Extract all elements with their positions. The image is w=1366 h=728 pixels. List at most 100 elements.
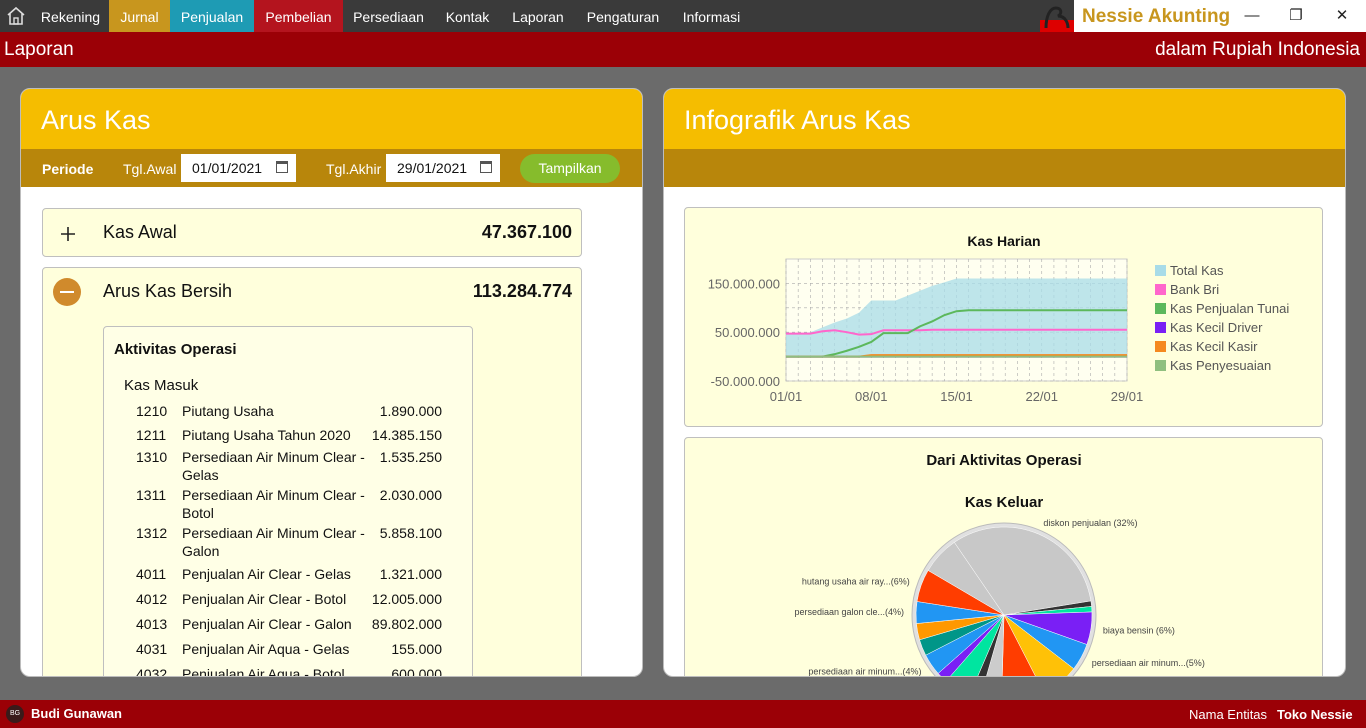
account-value: 1.535.250 — [379, 449, 442, 465]
legend-swatch — [1155, 341, 1166, 352]
menu-penjualan[interactable]: Penjualan — [170, 0, 254, 32]
chart-title: Dari Aktivitas Operasi — [926, 452, 1081, 469]
menu-persediaan[interactable]: Persediaan — [343, 0, 434, 32]
tgl-awal-label: Tgl.Awal — [123, 161, 177, 177]
menu-kontak[interactable]: Kontak — [434, 0, 501, 32]
x-tick-label: 29/01 — [1111, 389, 1144, 404]
x-tick-label: 08/01 — [855, 389, 888, 404]
kas-awal-label: Kas Awal — [103, 222, 177, 242]
account-name: Penjualan Air Clear - Galon — [182, 616, 352, 632]
account-value: 5.858.100 — [379, 525, 442, 541]
entity-label: Nama Entitas — [1189, 707, 1268, 722]
menu-informasi[interactable]: Informasi — [671, 0, 752, 32]
minimize-button[interactable]: — — [1230, 0, 1274, 32]
legend-swatch — [1155, 322, 1166, 333]
account-name: Piutang Usaha Tahun 2020 — [182, 427, 351, 443]
page-header: Laporan dalam Rupiah Indonesia — [0, 32, 1366, 67]
tampilkan-button[interactable]: Tampilkan — [520, 154, 620, 183]
account-value: 600.000 — [391, 666, 442, 677]
account-code: 1210 — [136, 403, 168, 419]
chart-title: Kas Harian — [967, 233, 1040, 249]
minus-circle-icon[interactable] — [53, 278, 81, 306]
arus-kas-bersih-label: Arus Kas Bersih — [103, 281, 233, 301]
aktivitas-operasi-card: Aktivitas Operasi Kas Masuk 1210 Piutang … — [103, 326, 473, 677]
arus-kas-bersih-row: Arus Kas Bersih 113.284.774 Aktivitas Op… — [42, 267, 582, 677]
avatar[interactable]: BG — [6, 705, 24, 723]
legend-item: Kas Penjualan Tunai — [1170, 301, 1289, 316]
currency-label: dalam Rupiah Indonesia — [1155, 39, 1360, 60]
pie-label: persediaan galon cle...(4%) — [794, 607, 904, 617]
menu-bar: Rekening Jurnal Penjualan Pembelian Pers… — [0, 0, 1366, 32]
account-name: Penjualan Air Aqua - Gelas — [182, 641, 350, 657]
infografik-panel: Infografik Arus Kas Kas Harian 150.000.00… — [663, 88, 1346, 677]
tgl-akhir-value: 29/01/2021 — [397, 160, 468, 176]
calendar-icon[interactable] — [480, 161, 492, 173]
tgl-awal-input[interactable]: 01/01/2021 — [181, 154, 296, 182]
arus-kas-panel: Arus Kas Periode Tgl.Awal 01/01/2021 Tgl… — [20, 88, 643, 677]
legend-item: Kas Kecil Kasir — [1170, 339, 1258, 354]
x-tick-label: 01/01 — [770, 389, 803, 404]
legend-swatch — [1155, 303, 1166, 314]
kas-keluar-pie-svg: Dari Aktivitas Operasi Kas Keluar diskon p… — [794, 452, 1205, 676]
legend-item: Kas Kecil Driver — [1170, 320, 1263, 335]
y-tick-label: 150.000.000 — [708, 276, 780, 291]
arus-kas-title: Arus Kas — [21, 89, 642, 149]
account-code: 1311 — [136, 487, 167, 503]
kas-awal-row[interactable]: Kas Awal 47.367.100 — [42, 208, 582, 257]
legend-swatch — [1155, 265, 1166, 276]
x-tick-label: 15/01 — [940, 389, 973, 404]
aktivitas-operasi-title: Aktivitas Operasi — [114, 341, 237, 358]
account-value: 1.890.000 — [379, 403, 442, 419]
kas-awal-value: 47.367.100 — [481, 222, 572, 242]
maximize-button[interactable]: ❐ — [1274, 0, 1318, 32]
kas-harian-chart: Kas Harian 150.000.000 50.000.000 -50.000.0… — [684, 207, 1323, 427]
pie-label: hutang usaha air ray...(6%) — [802, 576, 910, 586]
menu-jurnal[interactable]: Jurnal — [109, 0, 170, 32]
account-name: Penjualan Air Clear - Gelas — [182, 566, 351, 582]
account-code: 4013 — [136, 616, 168, 632]
account-name: Persediaan Air Minum Clear - Gelas — [182, 449, 365, 483]
y-tick-label: 50.000.000 — [715, 325, 780, 340]
menu-rekening[interactable]: Rekening — [32, 0, 109, 32]
legend-item: Bank Bri — [1170, 282, 1219, 297]
tgl-akhir-label: Tgl.Akhir — [326, 161, 382, 177]
account-value: 1.321.000 — [379, 566, 442, 582]
app-logo — [1040, 0, 1074, 32]
app-title: Nessie Akunting — [1082, 6, 1231, 27]
menu-laporan[interactable]: Laporan — [501, 0, 575, 32]
account-name: Piutang Usaha — [182, 403, 274, 419]
kas-harian-svg: Kas Harian 150.000.000 50.000.000 -50.000.0… — [708, 233, 1290, 404]
account-value: 89.802.000 — [371, 616, 442, 632]
periode-label: Periode — [42, 161, 94, 177]
account-value: 155.000 — [391, 641, 442, 657]
account-code: 4011 — [136, 566, 167, 582]
legend-item: Total Kas — [1170, 263, 1224, 278]
account-code: 1310 — [136, 449, 168, 465]
arus-kas-bersih-value: 113.284.774 — [472, 281, 572, 301]
chart-subtitle: Kas Keluar — [965, 494, 1044, 511]
pie-label: persediaan air minum...(4%) — [808, 666, 921, 676]
menu-pengaturan[interactable]: Pengaturan — [575, 0, 671, 32]
pie-label: biaya bensin (6%) — [1103, 625, 1175, 635]
aktivitas-operasi-chart: Dari Aktivitas Operasi Kas Keluar diskon p… — [684, 437, 1323, 676]
account-name: Persediaan Air Minum Clear - Botol — [182, 487, 365, 521]
menu-pembelian[interactable]: Pembelian — [254, 0, 343, 32]
infografik-bar — [664, 149, 1345, 187]
entity-name: Toko Nessie — [1277, 707, 1353, 722]
home-button[interactable] — [0, 0, 32, 32]
account-code: 4031 — [136, 641, 168, 657]
account-code: 1211 — [136, 427, 167, 443]
tgl-akhir-input[interactable]: 29/01/2021 — [386, 154, 500, 182]
account-name: Penjualan Air Aqua - Botol — [182, 666, 345, 677]
plus-icon[interactable] — [58, 224, 78, 244]
close-button[interactable]: ✕ — [1320, 0, 1364, 32]
periode-bar: Periode Tgl.Awal 01/01/2021 Tgl.Akhir 29… — [21, 149, 642, 187]
account-code: 4032 — [136, 666, 168, 677]
calendar-icon[interactable] — [276, 161, 288, 173]
user-name: Budi Gunawan — [31, 706, 122, 721]
status-bar: BG Budi Gunawan Nama Entitas Toko Nessie — [0, 700, 1366, 728]
page-title: Laporan — [4, 39, 74, 60]
legend-swatch — [1155, 284, 1166, 295]
pie-label: persediaan air minum...(5%) — [1092, 658, 1205, 668]
pie-label: diskon penjualan (32%) — [1043, 518, 1137, 528]
